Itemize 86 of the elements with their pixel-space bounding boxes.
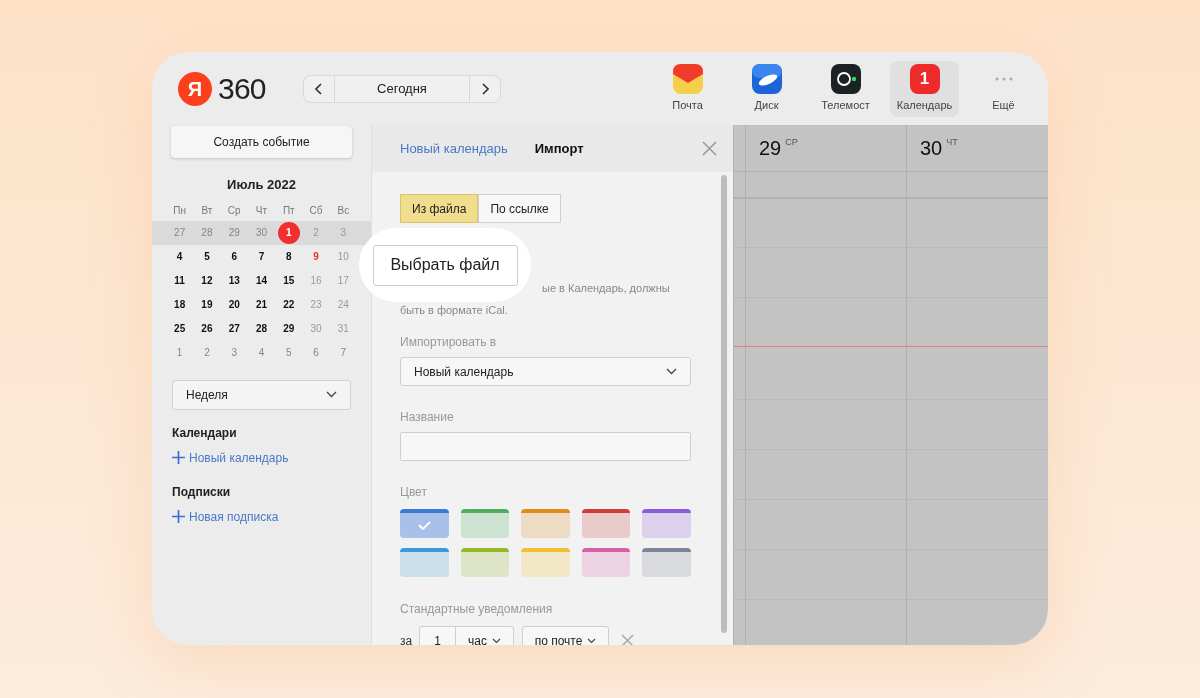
add-link[interactable]: Новая подписка	[172, 507, 351, 526]
calendar-day[interactable]: 15	[277, 269, 300, 292]
color-swatch[interactable]	[400, 509, 449, 538]
camera-icon	[830, 63, 861, 94]
plus-icon	[172, 451, 185, 464]
app-button[interactable]: 1 Календарь	[890, 60, 959, 117]
calendar-day[interactable]: 19	[195, 293, 218, 316]
calendar-day[interactable]: 1	[277, 221, 300, 244]
calendar-day[interactable]: 27	[223, 317, 246, 340]
calendar-day[interactable]: 14	[250, 269, 273, 292]
dialog-tab[interactable]: Новый календарь	[400, 138, 508, 159]
scrollbar[interactable]	[721, 175, 727, 633]
weekday-label: Пт	[281, 203, 296, 218]
calendar-day[interactable]: 28	[250, 317, 273, 340]
calendar-day[interactable]: 5	[195, 245, 218, 268]
calendar-day[interactable]: 11	[168, 269, 191, 292]
chevron-left-icon	[315, 82, 323, 95]
hint-text: быть в формате iCal.	[400, 303, 509, 317]
chevron-down-icon	[326, 391, 337, 398]
app-button[interactable]: Телемост	[811, 60, 880, 117]
color-swatch[interactable]	[521, 509, 570, 538]
calendar-day[interactable]: 26	[195, 317, 218, 340]
logo-text: 360	[218, 71, 266, 107]
hint-text: ые в Календарь, должны	[541, 281, 671, 295]
channel-select[interactable]: по почте	[522, 626, 609, 645]
source-tab[interactable]: Из файла	[400, 194, 479, 223]
remove-icon[interactable]	[621, 634, 634, 645]
logo-mark: Я	[178, 71, 212, 106]
name-field[interactable]	[400, 432, 691, 461]
calendar-day[interactable]: 25	[168, 317, 191, 340]
app-button[interactable]: Ещё	[969, 60, 1038, 117]
prefix-label: за	[400, 632, 414, 645]
calendar-day[interactable]: 8	[277, 245, 300, 268]
calendar-day[interactable]: 21	[250, 293, 273, 316]
chevron-down-icon	[587, 637, 597, 644]
weekday-label: СР	[785, 136, 798, 149]
weekday-label: Пн	[172, 203, 187, 218]
color-swatch[interactable]	[642, 509, 691, 538]
source-tab[interactable]: По ссылке	[478, 194, 561, 223]
color-swatch[interactable]	[460, 548, 510, 577]
weekday-label: Вт	[200, 203, 214, 218]
create-event-button[interactable]: Создать событие	[171, 126, 352, 158]
field-label: Цвет	[400, 484, 428, 501]
color-swatch[interactable]	[400, 548, 449, 577]
color-swatch[interactable]	[581, 548, 631, 577]
more-icon	[994, 76, 1013, 81]
calendar-select[interactable]: Новый календарь	[400, 357, 691, 386]
choose-file-button[interactable]: Выбрать файл	[372, 244, 518, 286]
calendar-day[interactable]: 22	[277, 293, 300, 316]
close-icon[interactable]	[702, 141, 717, 156]
calendar-day[interactable]: 4	[168, 245, 191, 268]
add-link[interactable]: Новый календарь	[172, 448, 351, 467]
color-swatch[interactable]	[581, 509, 631, 538]
calendar-day[interactable]: 20	[223, 293, 246, 316]
weekday-label: ЧТ	[946, 136, 958, 149]
app-button[interactable]: Почта	[653, 60, 722, 117]
calendar-day[interactable]: 29	[277, 317, 300, 340]
day-number: 29	[759, 136, 782, 160]
section-title: Подписки	[172, 483, 232, 501]
day-number: 30	[920, 136, 943, 160]
chevron-right-icon	[481, 82, 489, 95]
color-swatch[interactable]	[521, 548, 570, 577]
app-button[interactable]: Диск	[732, 60, 801, 117]
color-swatch[interactable]	[642, 548, 691, 577]
field-label: Стандартные уведомления	[400, 601, 554, 618]
plus-icon	[172, 510, 185, 523]
month-title: Июль 2022	[226, 176, 297, 194]
section-title: Календари	[172, 424, 238, 442]
calendar-day[interactable]: 18	[168, 293, 191, 316]
check-icon	[417, 521, 431, 530]
envelope-icon	[672, 63, 703, 94]
field-label: Название	[400, 409, 455, 426]
calendar-day[interactable]: 6	[223, 245, 246, 268]
calendar-day[interactable]: 7	[250, 245, 273, 268]
color-swatch[interactable]	[460, 509, 510, 538]
weekday-label: Сб	[308, 203, 324, 218]
weekday-label: Чт	[254, 203, 269, 218]
chevron-down-icon	[666, 368, 677, 375]
dialog-tab[interactable]: Импорт	[534, 138, 584, 159]
calendar-day[interactable]: 12	[195, 269, 218, 292]
field-label: Импортировать в	[400, 334, 498, 351]
calendar-day[interactable]: 13	[223, 269, 246, 292]
view-select[interactable]: Неделя	[172, 379, 351, 410]
weekday-label: Вс	[336, 203, 351, 218]
calendar-badge: 1	[909, 63, 940, 94]
weekday-label: Ср	[226, 203, 242, 218]
